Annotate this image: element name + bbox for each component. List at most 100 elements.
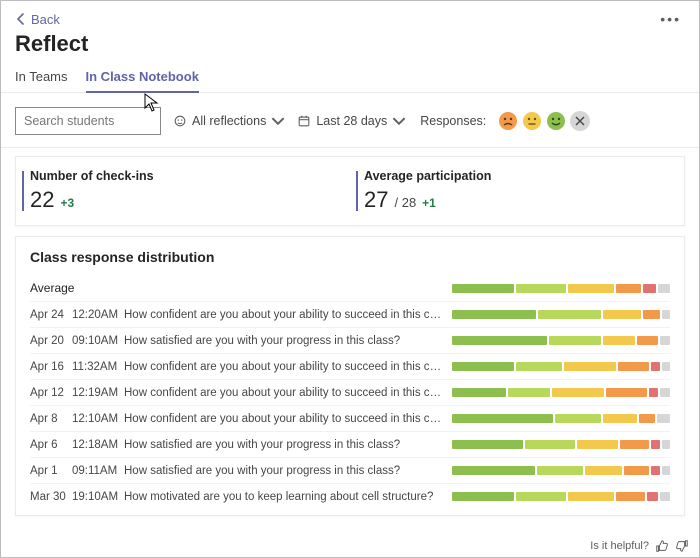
bar-segment [649, 388, 657, 397]
bar-segment [603, 336, 635, 345]
stat-participation-delta: +1 [422, 196, 436, 210]
bar-segment [643, 284, 655, 293]
stat-checkins: Number of check-ins 22 +3 [16, 169, 350, 213]
row-date: Apr 1 [30, 465, 72, 477]
distribution-row[interactable]: Apr 612:18AMHow satisfied are you with y… [30, 431, 670, 457]
bar-segment [660, 388, 670, 397]
toolbar: All reflections Last 28 days Responses: [1, 97, 699, 148]
tabs: In Teams In Class Notebook [1, 63, 699, 93]
bar-segment [452, 284, 514, 293]
thumbs-up-icon[interactable] [655, 539, 669, 553]
bar-segment [618, 362, 649, 371]
row-question: How satisfied are you with your progress… [124, 335, 452, 347]
bar-segment [568, 492, 614, 501]
bar-segment [651, 362, 659, 371]
row-question: How confident are you about your ability… [124, 309, 452, 321]
row-question: How motivated are you to keep learning a… [124, 491, 452, 503]
bar-segment [452, 492, 514, 501]
stats-card: Number of check-ins 22 +3 Average partic… [15, 156, 685, 226]
bar-segment [651, 440, 659, 449]
tab-in-teams[interactable]: In Teams [15, 63, 68, 92]
bar-segment [452, 414, 553, 423]
bar-segment [651, 466, 659, 475]
bar-segment [660, 336, 671, 345]
row-date: Apr 24 [30, 309, 72, 321]
bar-segment [537, 466, 583, 475]
distribution-bar [452, 388, 670, 397]
row-time: 12:10AM [72, 413, 124, 425]
thumbs-down-icon[interactable] [675, 539, 689, 553]
distribution-row[interactable]: Apr 812:10AMHow confident are you about … [30, 405, 670, 431]
chevron-left-icon [15, 13, 27, 25]
distribution-bar [452, 310, 670, 319]
distribution-bar [452, 362, 670, 371]
bar-segment [662, 310, 670, 319]
bar-segment [452, 336, 547, 345]
bar-segment [452, 466, 535, 475]
bar-segment [647, 492, 657, 501]
bar-segment [552, 388, 604, 397]
face-happy-icon[interactable] [546, 111, 566, 131]
distribution-row[interactable]: Average [30, 275, 670, 301]
back-button[interactable]: Back [15, 12, 60, 27]
face-sad-icon[interactable] [498, 111, 518, 131]
row-time: 12:18AM [72, 439, 124, 451]
row-date: Apr 16 [30, 361, 72, 373]
filter-date-label: Last 28 days [316, 114, 387, 128]
distribution-row[interactable]: Apr 1611:32AMHow confident are you about… [30, 353, 670, 379]
bar-segment [452, 362, 514, 371]
bar-segment [603, 414, 637, 423]
row-label: Average [30, 281, 72, 295]
distribution-row[interactable]: Apr 109:11AMHow satisfied are you with y… [30, 457, 670, 483]
distribution-row[interactable]: Apr 1212:19AMHow confident are you about… [30, 379, 670, 405]
bar-segment [508, 388, 550, 397]
filter-reflections[interactable]: All reflections [173, 114, 285, 128]
bar-segment [549, 336, 602, 345]
stat-participation-total: / 28 [394, 195, 416, 210]
row-time: 12:20AM [72, 309, 124, 321]
row-question: How satisfied are you with your progress… [124, 465, 452, 477]
chevron-down-icon [271, 114, 285, 128]
row-date: Apr 12 [30, 387, 72, 399]
stat-participation: Average participation 27 / 28 +1 [350, 169, 684, 213]
distribution-bar [452, 284, 670, 293]
reflections-icon [173, 114, 187, 128]
tab-in-class-notebook[interactable]: In Class Notebook [86, 63, 199, 92]
stat-checkins-value: 22 [30, 187, 54, 213]
bar-segment [603, 310, 641, 319]
row-time: 11:32AM [72, 361, 124, 373]
back-label: Back [31, 12, 60, 27]
row-date: Apr 8 [30, 413, 72, 425]
more-button[interactable]: ••• [656, 11, 685, 27]
distribution-bar [452, 440, 670, 449]
clear-filter-button[interactable] [570, 111, 590, 131]
face-neutral-icon[interactable] [522, 111, 542, 131]
stat-participation-title: Average participation [364, 169, 670, 183]
bar-segment [564, 362, 616, 371]
search-input[interactable] [24, 114, 152, 128]
bar-segment [516, 492, 566, 501]
bar-segment [525, 440, 575, 449]
bar-segment [616, 284, 641, 293]
feedback-label: Is it helpful? [590, 540, 649, 552]
bar-segment [660, 492, 670, 501]
bar-segment [616, 492, 645, 501]
page-title: Reflect [1, 27, 699, 63]
bar-segment [658, 284, 670, 293]
calendar-icon [297, 114, 311, 128]
bar-segment [620, 440, 649, 449]
row-time: 12:19AM [72, 387, 124, 399]
distribution-row[interactable]: Mar 3019:10AMHow motivated are you to ke… [30, 483, 670, 509]
distribution-row[interactable]: Apr 2412:20AMHow confident are you about… [30, 301, 670, 327]
bar-segment [452, 440, 523, 449]
bar-segment [643, 310, 660, 319]
response-filter-faces [498, 111, 590, 131]
row-question: How satisfied are you with your progress… [124, 439, 452, 451]
close-icon [575, 116, 585, 126]
bar-segment [585, 466, 622, 475]
search-input-wrapper[interactable] [15, 107, 161, 135]
stat-participation-value: 27 [364, 187, 388, 213]
filter-date-range[interactable]: Last 28 days [297, 114, 406, 128]
distribution-row[interactable]: Apr 2009:10AMHow satisfied are you with … [30, 327, 670, 353]
row-date: Apr 20 [30, 335, 72, 347]
